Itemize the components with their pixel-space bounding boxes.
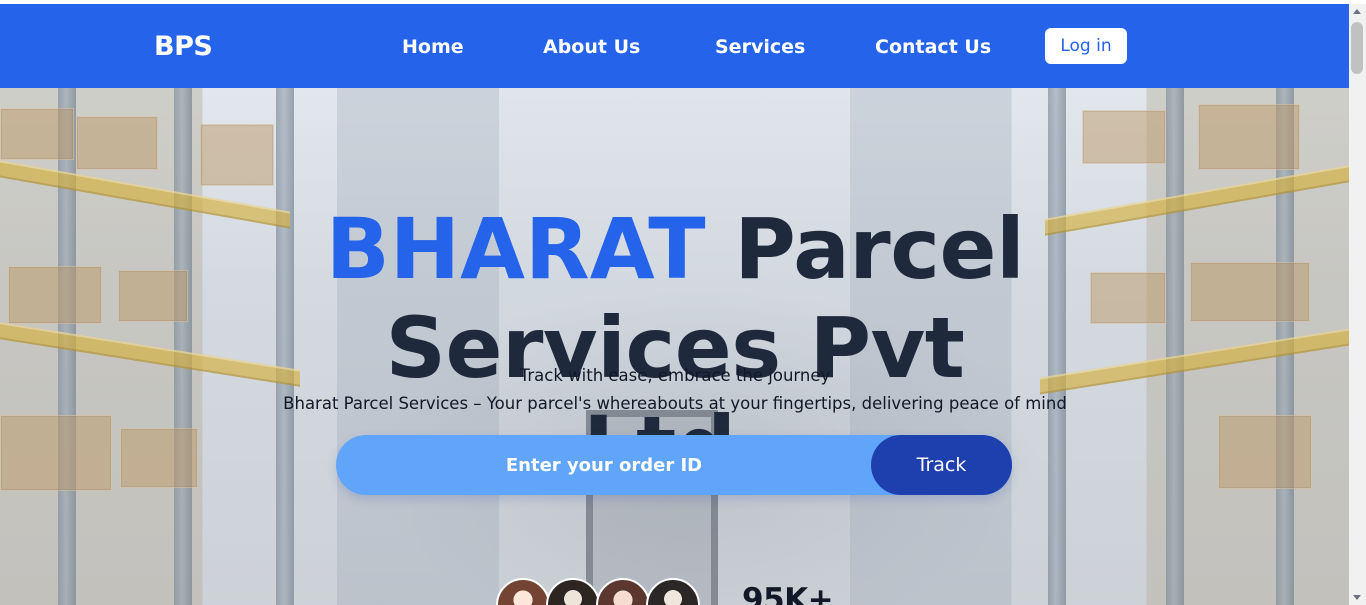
brand-logo[interactable]: BPS bbox=[154, 31, 213, 63]
warehouse-box bbox=[1090, 272, 1166, 324]
warehouse-box bbox=[1218, 415, 1312, 489]
nav-contact-us-link[interactable]: Contact Us bbox=[875, 34, 991, 60]
track-button[interactable]: Track bbox=[871, 435, 1012, 495]
login-button[interactable]: Log in bbox=[1045, 28, 1127, 64]
warehouse-box bbox=[1198, 104, 1300, 170]
landing-page: BPS Home About Us Services Contact Us Lo… bbox=[0, 4, 1349, 605]
scrollbar-thumb[interactable] bbox=[1351, 22, 1363, 74]
customer-avatar bbox=[496, 578, 550, 605]
nav-services-link[interactable]: Services bbox=[715, 34, 805, 60]
warehouse-rack bbox=[1048, 88, 1066, 605]
tracking-hero: BHARAT Parcel Services Pvt Ltd. Track wi… bbox=[0, 88, 1349, 605]
customer-avatar bbox=[596, 578, 650, 605]
order-tracking-form: Track bbox=[336, 435, 1012, 495]
browser-viewport: BPS Home About Us Services Contact Us Lo… bbox=[0, 0, 1366, 605]
warehouse-shelf bbox=[1045, 165, 1349, 236]
company-title-accent: BHARAT bbox=[325, 200, 706, 299]
customer-avatar bbox=[546, 578, 600, 605]
warehouse-box bbox=[0, 108, 74, 160]
top-navigation: BPS Home About Us Services Contact Us Lo… bbox=[0, 4, 1349, 88]
scroll-down-arrow-icon[interactable] bbox=[1353, 595, 1361, 600]
warehouse-box bbox=[76, 116, 158, 170]
warehouse-box bbox=[1082, 110, 1166, 164]
secondary-tagline: Bharat Parcel Services – Your parcel's w… bbox=[283, 393, 1067, 413]
customer-avatars bbox=[496, 578, 712, 605]
nav-about-us-link[interactable]: About Us bbox=[543, 34, 640, 60]
warehouse-rack bbox=[276, 88, 294, 605]
customer-avatar bbox=[646, 578, 700, 605]
vertical-scrollbar[interactable] bbox=[1349, 4, 1366, 605]
warehouse-box bbox=[118, 270, 188, 322]
warehouse-box bbox=[1190, 262, 1310, 322]
warehouse-box bbox=[0, 415, 112, 491]
customer-count: 95K+ bbox=[742, 582, 834, 605]
warehouse-box bbox=[8, 266, 102, 324]
warehouse-rack bbox=[174, 88, 192, 605]
warehouse-box bbox=[120, 428, 198, 488]
warehouse-box bbox=[200, 124, 274, 186]
scroll-up-arrow-icon[interactable] bbox=[1353, 9, 1361, 14]
primary-tagline: Track with ease, embrace the journey bbox=[519, 365, 831, 385]
nav-home-link[interactable]: Home bbox=[402, 34, 464, 60]
warehouse-rack bbox=[1166, 88, 1184, 605]
